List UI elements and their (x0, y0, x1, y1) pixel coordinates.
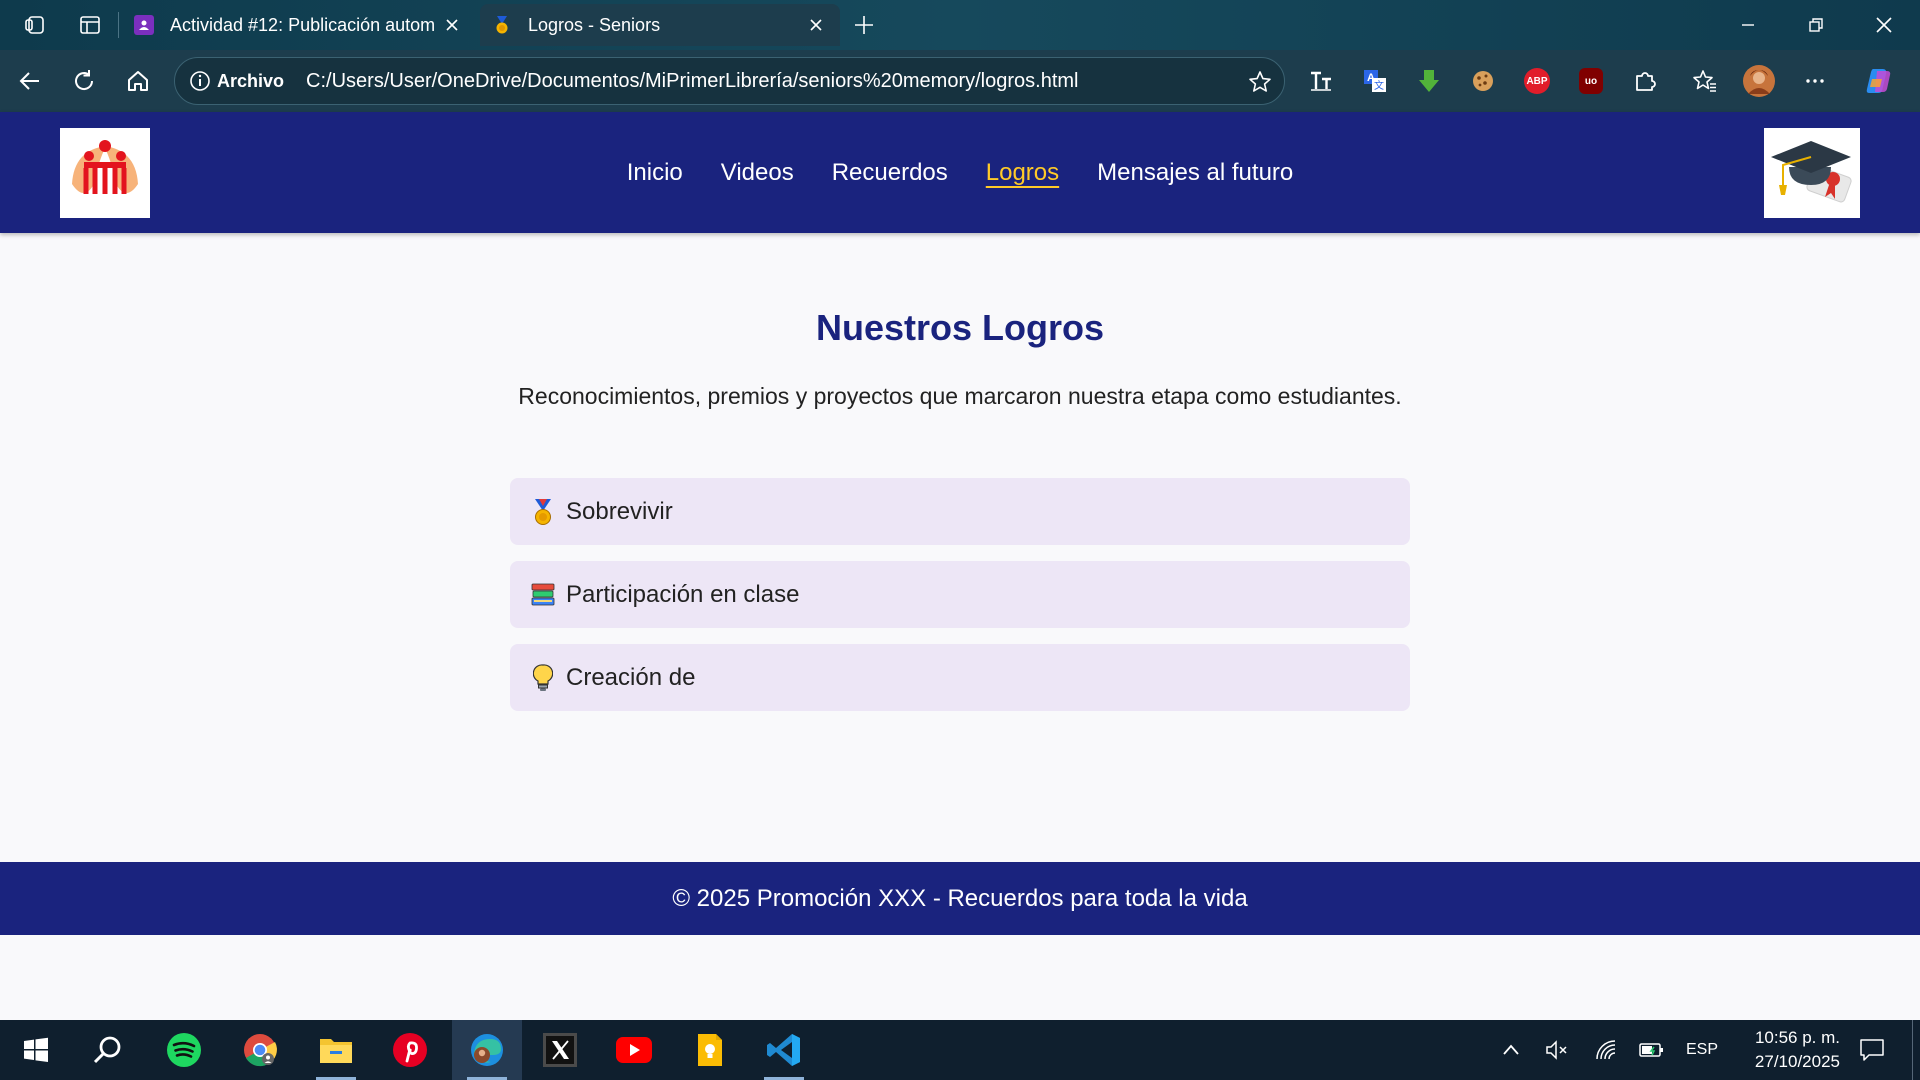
pinterest-icon[interactable] (378, 1020, 442, 1080)
vertical-tabs-icon[interactable] (74, 9, 106, 41)
tab-title: Actividad #12: Publicación autom (170, 14, 436, 35)
achievement-item: Creación de (510, 644, 1410, 711)
achievement-label: Sobrevivir (566, 497, 673, 525)
windows-taskbar: ESP 10:56 p. m. 27/10/2025 (0, 1020, 1920, 1080)
ublock-icon[interactable]: uo (1574, 64, 1608, 98)
url-text[interactable]: C:/Users/User/OneDrive/Documentos/MiPrim… (306, 70, 1078, 93)
chrome-icon[interactable] (228, 1020, 292, 1080)
font-icon[interactable] (1304, 64, 1338, 98)
spotify-icon[interactable] (152, 1020, 216, 1080)
svg-text:文: 文 (1374, 79, 1384, 92)
footer-text: © 2025 Promoción XXX - Recuerdos para to… (672, 884, 1248, 912)
adblock-plus-icon[interactable]: ABP (1520, 64, 1554, 98)
more-icon[interactable] (1798, 64, 1832, 98)
close-tab-icon[interactable] (440, 13, 464, 37)
close-window-icon[interactable] (1850, 0, 1918, 50)
search-icon[interactable] (76, 1020, 140, 1080)
copilot-icon[interactable] (1862, 64, 1896, 98)
classroom-icon (134, 15, 154, 35)
site-footer: © 2025 Promoción XXX - Recuerdos para to… (0, 862, 1920, 935)
download-arrow-icon[interactable] (1412, 64, 1446, 98)
language-indicator[interactable]: ESP (1680, 1020, 1724, 1080)
tab-actividad[interactable]: Actividad #12: Publicación autom (122, 4, 476, 46)
tab-title: Logros - Seniors (528, 14, 661, 35)
file-explorer-icon[interactable] (304, 1020, 368, 1080)
clock-date: 27/10/2025 (1754, 1052, 1840, 1071)
refresh-icon[interactable] (66, 63, 102, 99)
ublock-label: uo (1579, 68, 1603, 94)
cookie-icon[interactable] (1466, 64, 1500, 98)
extensions-puzzle-icon[interactable] (1628, 64, 1662, 98)
nav-link-mensajes[interactable]: Mensajes al futuro (1097, 159, 1293, 187)
restore-icon[interactable] (1782, 0, 1850, 50)
wifi-icon[interactable] (1590, 1020, 1624, 1080)
favorite-star-icon[interactable] (1248, 70, 1272, 94)
achievement-label: Creación de (566, 663, 696, 691)
new-tab-icon[interactable] (848, 9, 880, 41)
workspaces-icon[interactable] (20, 9, 52, 41)
medal-icon (492, 15, 512, 35)
main-nav: Inicio Videos Recuerdos Logros Mensajes … (0, 112, 1920, 233)
vscode-icon[interactable] (752, 1020, 816, 1080)
nav-link-inicio[interactable]: Inicio (627, 159, 683, 187)
back-icon[interactable] (12, 63, 48, 99)
page-subtitle: Reconocimientos, premios y proyectos que… (518, 383, 1402, 409)
keep-icon[interactable] (678, 1020, 742, 1080)
lightbulb-icon (530, 663, 556, 692)
system-clock[interactable]: 10:56 p. m. 27/10/2025 (1730, 1026, 1840, 1074)
youtube-icon[interactable] (602, 1020, 666, 1080)
clock-time: 10:56 p. m. (1754, 1028, 1840, 1047)
graduation-cap-image (1764, 128, 1860, 218)
notifications-icon[interactable] (1852, 1020, 1892, 1080)
nav-link-videos[interactable]: Videos (721, 159, 794, 187)
show-desktop-button[interactable] (1912, 1020, 1920, 1080)
volume-muted-icon[interactable] (1540, 1020, 1574, 1080)
translate-icon[interactable]: A文 (1358, 64, 1392, 98)
x-icon[interactable] (528, 1020, 592, 1080)
minimize-icon[interactable] (1714, 0, 1782, 50)
browser-toolbar: Archivo C:/Users/User/OneDrive/Documento… (0, 50, 1920, 112)
site-header: Inicio Videos Recuerdos Logros Mensajes … (0, 112, 1920, 233)
achievements-list: Sobrevivir Participación en clase Creaci… (510, 478, 1410, 727)
favorites-icon[interactable] (1688, 64, 1722, 98)
browser-tab-bar: Actividad #12: Publicación autom Logros … (0, 0, 1920, 50)
page-viewport: Inicio Videos Recuerdos Logros Mensajes … (0, 112, 1920, 1020)
close-tab-icon[interactable] (804, 13, 828, 37)
tab-logros[interactable]: Logros - Seniors (480, 4, 840, 46)
adblock-label: ABP (1524, 68, 1550, 94)
nav-link-logros[interactable]: Logros (986, 159, 1059, 187)
page-title: Nuestros Logros (815, 307, 1105, 348)
achievement-label: Participación en clase (566, 580, 800, 608)
nav-link-recuerdos[interactable]: Recuerdos (832, 159, 948, 187)
home-icon[interactable] (120, 63, 156, 99)
chevron-up-icon[interactable] (1496, 1020, 1526, 1080)
achievement-item: Sobrevivir (510, 478, 1410, 545)
info-icon[interactable] (189, 70, 211, 92)
tab-divider (118, 12, 119, 38)
windows-start-icon[interactable] (4, 1020, 68, 1080)
medal-icon (530, 498, 556, 526)
address-bar[interactable]: Archivo C:/Users/User/OneDrive/Documento… (174, 57, 1285, 105)
edge-icon[interactable] (452, 1020, 522, 1080)
achievement-item: Participación en clase (510, 561, 1410, 628)
books-icon (530, 581, 556, 609)
profile-avatar[interactable] (1742, 64, 1776, 98)
site-info-label[interactable]: Archivo (217, 71, 284, 92)
battery-charging-icon[interactable] (1634, 1020, 1670, 1080)
